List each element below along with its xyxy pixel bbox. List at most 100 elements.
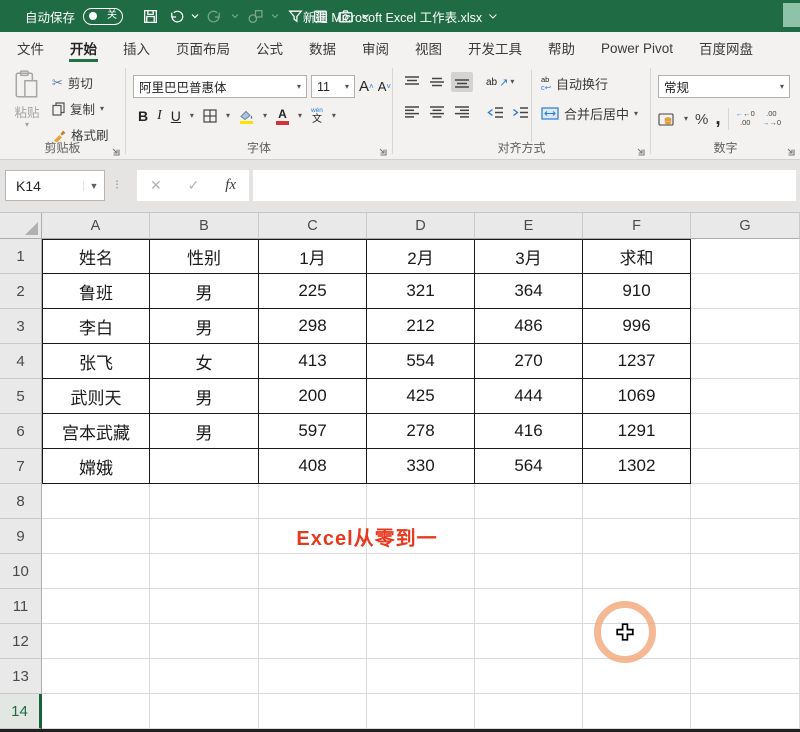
cell-D3[interactable]: 212 — [367, 309, 475, 344]
cell-B3[interactable]: 男 — [150, 309, 259, 344]
number-format-combo[interactable]: 常规 ▾ — [658, 75, 790, 98]
merge-center-button[interactable]: 合并后居中 ▾ — [541, 104, 638, 123]
cell-E8[interactable] — [475, 484, 583, 519]
cell-C4[interactable]: 413 — [259, 344, 367, 379]
cell-C8[interactable] — [259, 484, 367, 519]
increase-decimal-button[interactable]: ←←0 .00 — [736, 110, 755, 127]
row-header-11[interactable]: 11 — [0, 589, 42, 624]
row-header-14[interactable]: 14 — [0, 694, 42, 729]
cell-G10[interactable] — [691, 554, 800, 589]
accounting-format-button[interactable] — [658, 112, 677, 127]
cell-G6[interactable] — [691, 414, 800, 449]
formula-input[interactable] — [253, 170, 796, 201]
cell-E3[interactable]: 486 — [475, 309, 583, 344]
cell-F6[interactable]: 1291 — [583, 414, 691, 449]
cell-E4[interactable]: 270 — [475, 344, 583, 379]
copy-button[interactable]: 复制 ▾ — [52, 99, 109, 118]
row-header-5[interactable]: 5 — [0, 379, 42, 414]
cell-G13[interactable] — [691, 659, 800, 694]
row-header-2[interactable]: 2 — [0, 274, 42, 309]
cell-E6[interactable]: 416 — [475, 414, 583, 449]
cell-D8[interactable] — [367, 484, 475, 519]
cell-B2[interactable]: 男 — [150, 274, 259, 309]
borders-button[interactable] — [203, 109, 217, 123]
cell-B6[interactable]: 男 — [150, 414, 259, 449]
cell-A11[interactable] — [42, 589, 150, 624]
cell-E11[interactable] — [475, 589, 583, 624]
row-header-6[interactable]: 6 — [0, 414, 42, 449]
column-header-C[interactable]: C — [259, 213, 367, 239]
underline-chevron-icon[interactable]: ▾ — [190, 112, 194, 120]
number-dialog-launcher[interactable] — [785, 145, 795, 155]
borders-chevron-icon[interactable]: ▾ — [226, 112, 230, 120]
cell-C3[interactable]: 298 — [259, 309, 367, 344]
cell-C5[interactable]: 200 — [259, 379, 367, 414]
cell-G1[interactable] — [691, 239, 800, 274]
cell-A7[interactable]: 嫦娥 — [42, 449, 150, 484]
column-header-G[interactable]: G — [691, 213, 800, 239]
row-header-8[interactable]: 8 — [0, 484, 42, 519]
decrease-font-size-button[interactable]: A˅ — [378, 79, 391, 94]
cell-A14[interactable] — [42, 694, 150, 729]
column-header-B[interactable]: B — [150, 213, 259, 239]
decrease-decimal-button[interactable]: .00 →→0 — [762, 110, 781, 127]
tab-公式[interactable]: 公式 — [243, 32, 296, 64]
cell-G7[interactable] — [691, 449, 800, 484]
cell-D2[interactable]: 321 — [367, 274, 475, 309]
cell-G8[interactable] — [691, 484, 800, 519]
tab-Power Pivot[interactable]: Power Pivot — [588, 32, 686, 64]
font-color-button[interactable]: A — [276, 108, 289, 125]
cell-A8[interactable] — [42, 484, 150, 519]
increase-indent-button[interactable] — [509, 102, 531, 122]
undo-chevron-icon[interactable] — [189, 5, 201, 27]
cell-C2[interactable]: 225 — [259, 274, 367, 309]
tab-视图[interactable]: 视图 — [402, 32, 455, 64]
undo-icon[interactable] — [164, 5, 186, 27]
cell-G2[interactable] — [691, 274, 800, 309]
cancel-icon[interactable]: ✕ — [150, 177, 162, 194]
comma-style-button[interactable]: , — [715, 113, 720, 124]
cell-D13[interactable] — [367, 659, 475, 694]
tab-帮助[interactable]: 帮助 — [535, 32, 588, 64]
align-middle-button[interactable] — [426, 72, 448, 92]
align-bottom-button[interactable] — [451, 72, 473, 92]
cell-F1[interactable]: 求和 — [583, 239, 691, 274]
cell-G12[interactable] — [691, 624, 800, 659]
cell-F7[interactable]: 1302 — [583, 449, 691, 484]
cell-G14[interactable] — [691, 694, 800, 729]
cell-D6[interactable]: 278 — [367, 414, 475, 449]
font-color-chevron-icon[interactable]: ▾ — [298, 112, 302, 120]
tab-开始[interactable]: 开始 — [57, 32, 110, 64]
cell-D5[interactable]: 425 — [367, 379, 475, 414]
cell-F4[interactable]: 1237 — [583, 344, 691, 379]
underline-button[interactable]: U — [171, 108, 181, 124]
cell-B14[interactable] — [150, 694, 259, 729]
cell-G3[interactable] — [691, 309, 800, 344]
cell-E7[interactable]: 564 — [475, 449, 583, 484]
cell-E9[interactable] — [475, 519, 583, 554]
row-header-12[interactable]: 12 — [0, 624, 42, 659]
cell-D10[interactable] — [367, 554, 475, 589]
cell-E12[interactable] — [475, 624, 583, 659]
cell-E14[interactable] — [475, 694, 583, 729]
align-center-button[interactable] — [426, 102, 448, 122]
clipboard-dialog-launcher[interactable] — [110, 145, 120, 155]
cell-A2[interactable]: 鲁班 — [42, 274, 150, 309]
paste-button[interactable]: 粘贴 ▾ — [8, 70, 46, 144]
cell-C12[interactable] — [259, 624, 367, 659]
cell-C14[interactable] — [259, 694, 367, 729]
save-icon[interactable] — [139, 5, 161, 27]
cell-D4[interactable]: 554 — [367, 344, 475, 379]
cell-E10[interactable] — [475, 554, 583, 589]
row-header-4[interactable]: 4 — [0, 344, 42, 379]
cell-A6[interactable]: 宫本武藏 — [42, 414, 150, 449]
increase-font-size-button[interactable]: A˄ — [359, 78, 374, 95]
italic-button[interactable]: I — [157, 108, 162, 124]
cell-E2[interactable]: 364 — [475, 274, 583, 309]
cell-A1[interactable]: 姓名 — [42, 239, 150, 274]
cut-button[interactable]: ✂ 剪切 — [52, 73, 109, 92]
alignment-dialog-launcher[interactable] — [635, 145, 645, 155]
name-box-chevron-icon[interactable]: ▼ — [83, 181, 104, 191]
align-right-button[interactable] — [451, 102, 473, 122]
align-left-button[interactable] — [401, 102, 423, 122]
